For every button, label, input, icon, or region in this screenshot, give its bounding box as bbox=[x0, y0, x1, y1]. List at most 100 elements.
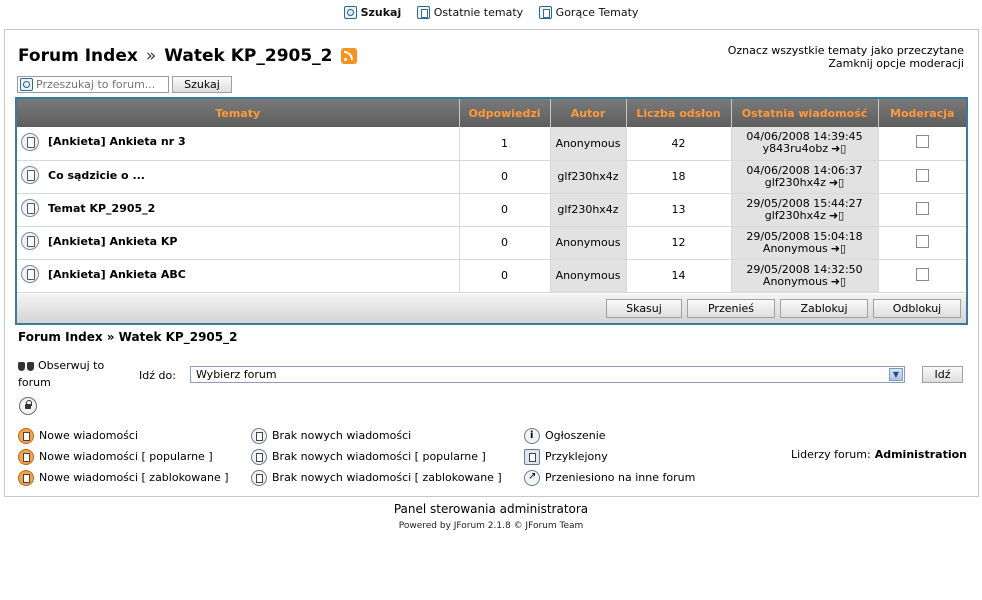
legend-label: Przeniesiono na inne forum bbox=[545, 471, 696, 484]
page-title: Forum Index » Watek KP_2905_2 bbox=[18, 46, 357, 66]
topic-title-link[interactable]: Temat KP_2905_2 bbox=[48, 202, 155, 215]
legend-label: Nowe wiadomości bbox=[39, 429, 139, 442]
last-post-user[interactable]: Anonymous bbox=[763, 242, 828, 255]
topic-title-link[interactable]: [Ankieta] Ankieta ABC bbox=[48, 268, 186, 281]
last-post-user[interactable]: glf230hx4z bbox=[765, 209, 826, 222]
topic-status-icon bbox=[21, 232, 39, 250]
legend-label: Brak nowych wiadomości [ popularne ] bbox=[272, 450, 486, 463]
jump-go-button[interactable]: Idź bbox=[922, 366, 963, 383]
last-post-cell: 04/06/2008 14:06:37 glf230hx4z ➜▯ bbox=[731, 160, 879, 194]
last-post-cell: 04/06/2008 14:39:45 y843ru4obz ➜▯ bbox=[731, 127, 879, 161]
topic-title-link[interactable]: [Ankieta] Ankieta nr 3 bbox=[48, 135, 186, 148]
legend-item: Przeniesiono na inne forum bbox=[524, 467, 695, 488]
moderation-cell bbox=[878, 160, 966, 194]
author-cell[interactable]: Anonymous bbox=[550, 127, 627, 161]
topics-table-container: Tematy Odpowiedzi Autor Liczba odsłon Os… bbox=[15, 97, 968, 325]
search-link[interactable]: Szukaj bbox=[343, 6, 401, 19]
last-post-cell: 29/05/2008 14:32:50 Anonymous ➜▯ bbox=[731, 259, 879, 293]
topic-status-icon bbox=[21, 265, 39, 283]
title-separator: » bbox=[145, 46, 157, 66]
legend-label: Nowe wiadomości [ popularne ] bbox=[39, 450, 213, 463]
legend-column-types: Ogłoszenie Przyklejony Przeniesiono na i… bbox=[524, 425, 695, 488]
author-cell[interactable]: Anonymous bbox=[550, 259, 627, 293]
topic-status-icon bbox=[21, 132, 39, 151]
go-to-last-post-icon[interactable]: ➜▯ bbox=[831, 143, 846, 155]
go-to-last-post-icon[interactable]: ➜▯ bbox=[831, 242, 846, 255]
legend-item: Nowe wiadomości [ popularne ] bbox=[18, 446, 229, 467]
close-moderation-link[interactable]: Zamknij opcje moderacji bbox=[728, 57, 964, 70]
author-cell[interactable]: Anonymous bbox=[550, 226, 627, 260]
legend-item: Nowe wiadomości [ zablokowane ] bbox=[18, 467, 229, 488]
forum-leaders-label: Liderzy forum: bbox=[790, 448, 871, 461]
legend-item: Brak nowych wiadomości [ zablokowane ] bbox=[251, 467, 502, 488]
moderation-checkbox[interactable] bbox=[915, 168, 929, 182]
hot-topics-label: Gorące Tematy bbox=[555, 6, 639, 19]
jump-to-label: Idź do: bbox=[139, 369, 176, 382]
search-button[interactable]: Szukaj bbox=[172, 76, 232, 93]
views-cell: 12 bbox=[626, 226, 732, 260]
mark-all-read-link[interactable]: Oznacz wszystkie tematy jako przeczytane bbox=[728, 44, 964, 57]
recent-topics-label: Ostatnie tematy bbox=[433, 6, 524, 19]
topic-status-icon bbox=[21, 199, 39, 217]
topic-cell: Co sądzicie o ... bbox=[17, 160, 460, 194]
moderation-checkbox[interactable] bbox=[915, 267, 929, 281]
search-input[interactable] bbox=[36, 78, 166, 91]
rss-icon[interactable] bbox=[340, 48, 357, 64]
legend-column-none: Brak nowych wiadomości Brak nowych wiado… bbox=[251, 425, 502, 488]
table-row: [Ankieta] Ankieta KP 0 Anonymous 12 29/0… bbox=[17, 226, 966, 260]
moderation-cell bbox=[878, 193, 966, 227]
moderation-checkbox[interactable] bbox=[915, 135, 929, 149]
delete-button[interactable]: Skasuj bbox=[606, 299, 682, 318]
replies-cell: 1 bbox=[459, 127, 551, 161]
go-to-last-post-icon[interactable]: ➜▯ bbox=[831, 275, 846, 288]
table-row: Temat KP_2905_2 0 glf230hx4z 13 29/05/20… bbox=[17, 193, 966, 227]
recent-topics-link[interactable]: Ostatnie tematy bbox=[416, 6, 524, 19]
views-cell: 42 bbox=[626, 127, 732, 161]
replies-cell: 0 bbox=[459, 193, 551, 227]
forum-name-title[interactable]: Watek KP_2905_2 bbox=[164, 46, 332, 66]
column-header-topics: Tematy bbox=[17, 99, 460, 127]
last-post-user[interactable]: y843ru4obz bbox=[763, 142, 828, 155]
new-posts-popular-icon bbox=[18, 448, 34, 465]
chevron-down-icon[interactable]: ▼ bbox=[889, 368, 903, 381]
table-header-row: Tematy Odpowiedzi Autor Liczba odsłon Os… bbox=[17, 99, 966, 127]
views-cell: 14 bbox=[626, 259, 732, 293]
sticky-icon bbox=[524, 448, 540, 465]
moderation-checkbox[interactable] bbox=[915, 201, 929, 215]
author-cell[interactable]: glf230hx4z bbox=[550, 160, 627, 194]
go-to-last-post-icon[interactable]: ➜▯ bbox=[829, 209, 844, 222]
unlock-button[interactable]: Odblokuj bbox=[873, 299, 961, 318]
last-post-cell: 29/05/2008 15:04:18 Anonymous ➜▯ bbox=[731, 226, 879, 260]
column-header-author: Autor bbox=[550, 99, 627, 127]
column-header-moderation: Moderacja bbox=[878, 99, 966, 127]
breadcrumb[interactable]: Forum Index » Watek KP_2905_2 bbox=[18, 330, 237, 344]
lock-forum-icon[interactable] bbox=[19, 397, 37, 415]
moved-icon bbox=[524, 469, 540, 486]
moderation-toolbar: Skasuj Przenieś Zablokuj Odblokuj bbox=[17, 294, 966, 323]
search-field[interactable] bbox=[17, 76, 169, 93]
legend-label: Brak nowych wiadomości bbox=[272, 429, 412, 442]
forum-index-title-link[interactable]: Forum Index bbox=[18, 46, 138, 66]
forum-leaders: Liderzy forum: Administration bbox=[791, 448, 967, 461]
topic-title-link[interactable]: Co sądzicie o ... bbox=[48, 169, 145, 182]
topic-title-link[interactable]: [Ankieta] Ankieta KP bbox=[48, 235, 177, 248]
hot-topics-link[interactable]: Gorące Tematy bbox=[538, 6, 639, 19]
last-post-user[interactable]: glf230hx4z bbox=[765, 176, 826, 189]
watch-forum-link[interactable]: Obserwuj to forum bbox=[18, 357, 118, 391]
legend-item: Brak nowych wiadomości bbox=[251, 425, 502, 446]
forum-jump-selected: Wybierz forum bbox=[196, 368, 277, 381]
author-cell[interactable]: glf230hx4z bbox=[550, 193, 627, 227]
moderation-checkbox[interactable] bbox=[915, 234, 929, 248]
legend-label: Nowe wiadomości [ zablokowane ] bbox=[39, 471, 229, 484]
announcement-icon bbox=[524, 427, 540, 444]
go-to-last-post-icon[interactable]: ➜▯ bbox=[829, 176, 844, 189]
powered-by-text[interactable]: Powered by JForum 2.1.8 © JForum Team bbox=[0, 521, 982, 531]
forum-leaders-value[interactable]: Administration bbox=[875, 448, 967, 461]
forum-jump-select[interactable]: Wybierz forum ▼ bbox=[190, 366, 905, 383]
move-button[interactable]: Przenieś bbox=[687, 299, 775, 318]
lock-button[interactable]: Zablokuj bbox=[780, 299, 868, 318]
admin-panel-link[interactable]: Panel sterowania administratora bbox=[0, 502, 982, 516]
last-post-user[interactable]: Anonymous bbox=[763, 275, 828, 288]
replies-cell: 0 bbox=[459, 226, 551, 260]
document-icon bbox=[416, 6, 430, 19]
